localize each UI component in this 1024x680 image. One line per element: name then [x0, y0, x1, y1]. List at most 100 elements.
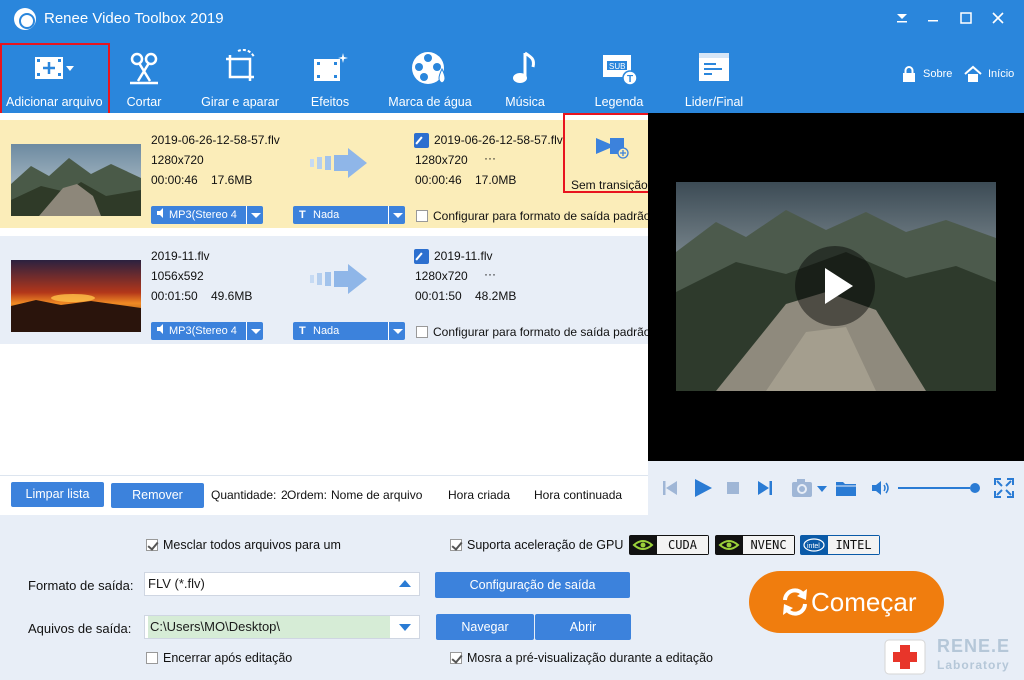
clear-list-button[interactable]: Limpar lista — [11, 482, 104, 507]
output-size: 17.0MB — [475, 173, 517, 187]
output-format-select[interactable]: FLV (*.flv) — [144, 572, 420, 596]
audio-track-dropdown[interactable]: MP3(Stereo 4 — [151, 206, 263, 224]
skip-forward-icon[interactable] — [757, 480, 773, 496]
sort-by-name[interactable]: Nome de arquivo — [331, 488, 422, 502]
merge-files-checkbox[interactable] — [146, 539, 158, 551]
source-size: 17.6MB — [211, 173, 253, 187]
shutdown-label: Encerrar após editação — [163, 651, 293, 665]
output-config-button[interactable]: Configuração de saída — [435, 572, 630, 598]
source-file-name: 2019-06-26-12-58-57.flv — [151, 133, 280, 147]
intro-outro-icon — [694, 49, 734, 87]
toolbar: Adicionar arquivo Cortar Girar e aparar … — [0, 37, 1024, 115]
gpu-acceleration-checkbox[interactable] — [450, 539, 462, 551]
brand-logo: RENE.E Laboratory — [881, 632, 1021, 678]
source-duration: 00:01:50 — [151, 289, 198, 303]
volume-slider[interactable] — [898, 483, 984, 493]
medical-cross-logo-icon — [884, 639, 926, 675]
subtitle-label: Legenda — [594, 95, 644, 109]
speaker-icon — [157, 322, 169, 340]
gpu-cuda-option[interactable]: CUDA — [629, 535, 709, 555]
rotate-crop-button[interactable]: Girar e aparar — [192, 45, 288, 111]
play-overlay-button[interactable] — [795, 246, 875, 326]
chevron-up-icon — [399, 580, 411, 587]
home-label: Início — [988, 68, 1015, 80]
start-button[interactable]: Começar — [749, 571, 944, 633]
video-thumbnail — [11, 260, 141, 332]
audio-track-value: MP3(Stereo 4 — [169, 209, 237, 221]
chevron-down-icon — [246, 322, 263, 340]
edit-name-icon[interactable] — [414, 249, 429, 264]
chevron-down-icon — [399, 624, 411, 631]
dropdown-menu-icon[interactable] — [891, 8, 913, 28]
play-icon[interactable] — [693, 478, 713, 498]
gpu-cuda-label: CUDA — [657, 536, 708, 554]
nvidia-logo-icon — [632, 540, 654, 550]
cut-label: Cortar — [126, 95, 162, 109]
more-options[interactable]: ··· — [484, 151, 496, 165]
subtitle-value: Nada — [313, 209, 340, 221]
sort-by-created[interactable]: Hora criada — [448, 488, 510, 502]
folder-icon[interactable] — [835, 479, 857, 497]
chevron-down-icon — [246, 206, 263, 224]
shutdown-checkbox[interactable] — [146, 652, 158, 664]
chevron-down-icon[interactable] — [817, 485, 827, 493]
output-folder-field[interactable]: C:\Users\MO\Desktop\ — [144, 615, 420, 639]
order-label: Ordem: — [287, 488, 328, 502]
file-row[interactable]: 2019-11.flv 1056x592 00:01:50 49.6MB 201… — [0, 236, 648, 344]
default-format-checkbox[interactable] — [416, 326, 428, 338]
default-format-checkbox[interactable] — [416, 210, 428, 222]
output-folder-label: Aquivos de saída: — [28, 621, 132, 636]
stop-icon[interactable] — [727, 482, 739, 494]
subtitle-dropdown[interactable]: T Nada — [293, 206, 405, 224]
watermark-label: Marca de água — [388, 95, 472, 109]
open-folder-button[interactable]: Abrir — [535, 614, 631, 640]
source-duration: 00:00:46 — [151, 173, 198, 187]
audio-track-dropdown[interactable]: MP3(Stereo 4 — [151, 322, 263, 340]
volume-icon[interactable] — [871, 480, 891, 496]
fullscreen-icon[interactable] — [994, 478, 1014, 498]
music-label: Música — [505, 95, 545, 109]
minimize-icon[interactable] — [922, 8, 944, 28]
music-button[interactable]: Música — [496, 45, 554, 111]
output-file-name: 2019-11.flv — [434, 249, 493, 263]
more-options[interactable]: ··· — [484, 267, 496, 281]
show-preview-checkbox[interactable] — [450, 652, 462, 664]
camera-icon[interactable] — [791, 478, 813, 498]
effects-button[interactable]: Efeitos — [300, 45, 360, 111]
file-row[interactable]: 2019-06-26-12-58-57.flv 1280x720 00:00:4… — [0, 120, 648, 228]
remove-button[interactable]: Remover — [111, 483, 204, 508]
effects-film-icon — [310, 49, 350, 87]
close-icon[interactable] — [987, 8, 1009, 28]
cut-button[interactable]: Cortar — [112, 45, 176, 111]
edit-name-icon[interactable] — [414, 133, 429, 148]
show-preview-label: Mosra a pré-visualização durante a edita… — [467, 651, 713, 665]
skip-back-icon[interactable] — [662, 480, 678, 496]
video-preview — [648, 113, 1024, 461]
music-note-icon — [505, 49, 545, 87]
quantity-label: Quantidade: — [211, 488, 277, 502]
source-size: 49.6MB — [211, 289, 253, 303]
intro-outro-label: Lider/Final — [684, 95, 744, 109]
sort-by-duration[interactable]: Hora continuada — [534, 488, 622, 502]
crop-rotate-icon — [220, 48, 260, 87]
intro-outro-button[interactable]: Lider/Final — [676, 45, 752, 111]
chevron-down-icon — [388, 206, 405, 224]
merge-files-label: Mesclar todos arquivos para um — [163, 538, 341, 552]
browse-button[interactable]: Navegar — [436, 614, 534, 640]
rotate-crop-label: Girar e aparar — [201, 95, 279, 109]
gpu-intel-option[interactable]: intel INTEL — [800, 535, 880, 555]
watermark-button[interactable]: Marca de água — [380, 45, 480, 111]
nvidia-logo-icon — [718, 540, 740, 550]
maximize-icon[interactable] — [955, 8, 977, 28]
subtitle-dropdown[interactable]: T Nada — [293, 322, 405, 340]
svg-text:T: T — [627, 74, 633, 85]
gpu-acceleration-label: Suporta aceleração de GPU — [467, 538, 624, 552]
svg-text:intel: intel — [807, 543, 820, 550]
list-footer: Limpar lista Remover Quantidade: 2 Ordem… — [0, 475, 648, 515]
gpu-nvenc-option[interactable]: NVENC — [715, 535, 795, 555]
source-resolution: 1280x720 — [151, 153, 204, 167]
volume-slider-handle[interactable] — [970, 483, 981, 493]
highlight-box-add-file — [0, 43, 110, 115]
output-duration: 00:01:50 — [415, 289, 462, 303]
subtitle-button[interactable]: SUB T Legenda — [586, 45, 652, 111]
